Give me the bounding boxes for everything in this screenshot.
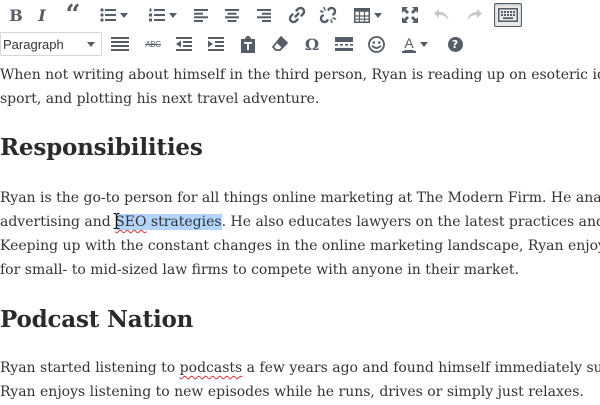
outdent-icon [176, 37, 192, 51]
unlink-icon [319, 6, 337, 24]
paragraph-2-line-1: Ryan is the go-to person for all things … [0, 190, 600, 206]
paragraph-3-line-2: Ryan enjoys listening to new episodes wh… [0, 384, 584, 400]
align-center-button[interactable] [221, 3, 243, 27]
help-button[interactable]: ? [444, 32, 466, 56]
paragraph-2-line-3: Keeping up with the constant changes in … [0, 238, 600, 254]
paste-as-text-button[interactable] [236, 32, 260, 56]
blockquote-icon: “ [65, 0, 81, 30]
editor-content[interactable]: When not writing about himself in the th… [0, 63, 600, 405]
paragraph-1-line-2: sport, and plotting his next travel adve… [0, 91, 320, 107]
heading-podcast-nation: Podcast Nation [0, 306, 194, 333]
selected-text: SEO strategies [115, 214, 222, 230]
undo-icon [434, 9, 449, 21]
paragraph-2-line-2: advertising and SEO strategies. He also … [0, 210, 600, 234]
insert-link-button[interactable] [285, 3, 309, 27]
keyboard-icon [498, 8, 518, 22]
help-icon: ? [447, 36, 463, 52]
editor-toolbar-row-1: B I “ [0, 0, 600, 30]
bulleted-list-button[interactable] [96, 3, 132, 27]
strikethrough-icon: ABC [145, 39, 161, 49]
fullscreen-button[interactable] [398, 3, 422, 27]
clear-formatting-button[interactable] [268, 32, 292, 56]
bulleted-list-icon [100, 8, 116, 22]
italic-icon: I [38, 5, 46, 25]
chevron-down-icon [420, 41, 428, 47]
text-run: advertising and [0, 214, 116, 230]
redo-icon [467, 9, 482, 21]
text-color-button[interactable]: A [396, 32, 434, 56]
read-more-icon [335, 37, 353, 51]
table-icon [354, 7, 370, 23]
text-color-icon: A [402, 36, 416, 53]
numbered-list-button[interactable] [144, 3, 182, 27]
remove-link-button[interactable] [316, 3, 340, 27]
read-more-button[interactable] [332, 32, 356, 56]
indent-icon [208, 37, 224, 51]
bold-icon: B [9, 5, 23, 25]
align-right-icon [257, 8, 271, 22]
text-color-bar [402, 50, 416, 53]
align-left-button[interactable] [190, 3, 212, 27]
clipboard-icon [241, 35, 255, 53]
chevron-down-icon [87, 41, 95, 47]
undo-button[interactable] [430, 3, 454, 27]
table-button[interactable] [350, 3, 386, 27]
link-icon [288, 6, 306, 24]
paragraph-1-line-1: When not writing about himself in the th… [0, 67, 600, 83]
eraser-icon [272, 36, 288, 51]
align-center-icon [225, 8, 239, 22]
align-right-button[interactable] [253, 3, 275, 27]
text-cursor-icon [113, 213, 120, 229]
paragraph-2-line-4: for small- to mid-sized law firms to com… [0, 262, 519, 278]
align-left-icon [194, 8, 208, 22]
special-character-button[interactable]: Ω [300, 32, 324, 56]
misspelled-word: podcasts [179, 360, 243, 376]
smiley-icon [367, 35, 385, 53]
horizontal-line-button[interactable] [108, 32, 132, 56]
redo-button[interactable] [462, 3, 486, 27]
chevron-down-icon [120, 12, 128, 18]
omega-icon: Ω [304, 34, 320, 54]
paragraph-3-line-1: Ryan started listening to podcasts a few… [0, 360, 600, 376]
fullscreen-icon [402, 7, 418, 23]
italic-button[interactable]: I [30, 3, 54, 27]
numbered-list-icon [149, 8, 165, 22]
editor-toolbar-row-2: Paragraph ABC Ω A ? [0, 29, 600, 59]
chevron-down-icon [169, 12, 177, 18]
strikethrough-button[interactable]: ABC [140, 32, 166, 56]
toolbar-toggle-button[interactable] [494, 3, 522, 27]
bold-button[interactable]: B [4, 3, 28, 27]
format-select[interactable]: Paragraph [0, 32, 102, 56]
blockquote-button[interactable]: “ [60, 0, 86, 30]
chevron-down-icon [374, 12, 382, 18]
text-run: . He also educates lawyers on the latest… [221, 214, 600, 230]
indent-button[interactable] [204, 32, 228, 56]
outdent-button[interactable] [172, 32, 196, 56]
horizontal-lines-icon [111, 37, 129, 51]
emoji-button[interactable] [364, 32, 388, 56]
format-select-value: Paragraph [3, 36, 64, 52]
heading-responsibilities: Responsibilities [0, 134, 203, 161]
